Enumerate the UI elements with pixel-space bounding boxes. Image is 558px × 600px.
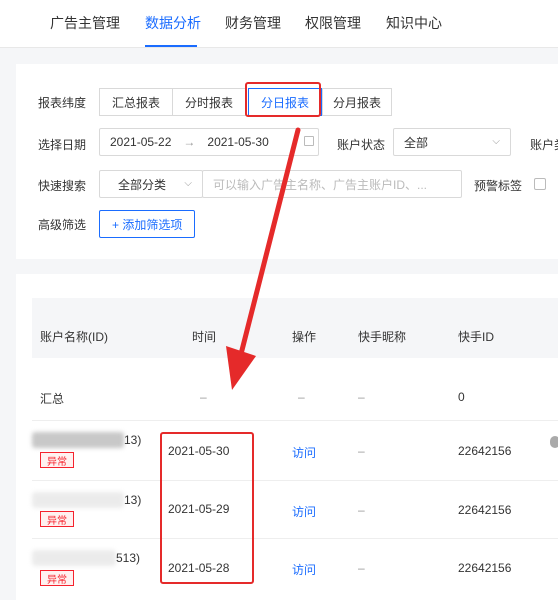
redacted-account-name	[32, 492, 124, 508]
chevron-down-icon: ⌵	[492, 136, 500, 147]
status-badge: 异常	[40, 511, 74, 527]
calendar-icon	[304, 136, 314, 146]
redacted-account-name	[32, 550, 116, 566]
report-dim-label: 报表纬度	[38, 96, 87, 110]
col-account-name: 账户名称(ID)	[40, 330, 108, 344]
row-time: 2021-05-30	[168, 444, 230, 458]
status-badge: 异常	[40, 452, 74, 468]
account-type-label: 账户类	[530, 138, 558, 152]
date-range-picker[interactable]: 2021-05-22 → 2021-05-30	[99, 128, 319, 156]
redacted-account-name	[32, 432, 124, 448]
tab-monthly-report[interactable]: 分月报表	[322, 88, 392, 116]
tab-hourly-report[interactable]: 分时报表	[172, 88, 246, 116]
nav-advertiser[interactable]: 广告主管理	[50, 13, 120, 33]
visit-link[interactable]: 访问	[292, 561, 316, 578]
summary-nick: –	[358, 390, 365, 404]
add-filter-button[interactable]: + 添加筛选项	[99, 210, 196, 238]
date-start: 2021-05-22	[110, 135, 172, 149]
quick-search-label: 快速搜索	[38, 179, 87, 193]
summary-label: 汇总	[40, 392, 65, 406]
visit-link[interactable]: 访问	[292, 503, 316, 520]
row-nickname: –	[358, 503, 365, 517]
row-time: 2021-05-28	[168, 561, 230, 575]
status-value: 全部	[404, 135, 429, 150]
status-select[interactable]: 全部 ⌵	[393, 128, 511, 156]
table-header: 账户名称(ID) 时间 操作 快手昵称 快手ID	[32, 298, 558, 358]
row-nickname: –	[358, 444, 365, 458]
nav-permission[interactable]: 权限管理	[305, 13, 361, 33]
chevron-down-icon: ⌵	[184, 178, 192, 189]
row-nickname: –	[358, 561, 365, 575]
active-nav-indicator	[145, 45, 197, 47]
nav-knowledge[interactable]: 知识中心	[386, 13, 442, 33]
category-select[interactable]: 全部分类 ⌵	[99, 170, 203, 198]
top-nav: 广告主管理 数据分析 财务管理 权限管理 知识中心	[0, 0, 558, 48]
summary-kid: 0	[458, 390, 465, 404]
search-placeholder: 可以输入广告主名称、广告主账户ID、...	[213, 177, 428, 192]
advanced-filter-label: 高级筛选	[38, 218, 87, 232]
row-divider	[32, 480, 558, 481]
warn-tag-label: 预警标签	[474, 179, 523, 193]
col-time: 时间	[192, 330, 217, 344]
row-time: 2021-05-29	[168, 502, 230, 516]
visit-link[interactable]: 访问	[292, 444, 316, 461]
row-kuaishou-id: 22642156	[458, 561, 512, 575]
category-value: 全部分类	[118, 177, 167, 192]
nav-data-analysis[interactable]: 数据分析	[145, 13, 201, 33]
warn-tag-checkbox[interactable]	[534, 178, 546, 190]
col-operation: 操作	[292, 330, 317, 344]
col-nickname: 快手昵称	[358, 330, 407, 344]
nav-finance[interactable]: 财务管理	[225, 13, 281, 33]
col-kuaishou-id: 快手ID	[458, 330, 495, 344]
date-label: 选择日期	[38, 138, 87, 152]
row-kuaishou-id: 22642156	[458, 503, 512, 517]
row-id-suffix: 13)	[124, 493, 142, 507]
search-input[interactable]: 可以输入广告主名称、广告主账户ID、...	[202, 170, 462, 198]
date-arrow: →	[183, 135, 196, 149]
row-divider	[32, 420, 558, 421]
status-label: 账户状态	[337, 138, 386, 152]
row-id-suffix: 513)	[116, 551, 141, 565]
tab-daily-report[interactable]: 分日报表	[248, 88, 322, 116]
summary-op: –	[298, 390, 305, 404]
tab-summary-report[interactable]: 汇总报表	[99, 88, 173, 116]
row-id-suffix: 13)	[124, 433, 142, 447]
report-table: 账户名称(ID) 时间 操作 快手昵称 快手ID 汇总 – – – 0 13) …	[16, 274, 558, 600]
row-kuaishou-id: 22642156	[458, 444, 512, 458]
filter-panel: 报表纬度 汇总报表 分时报表 分日报表 分月报表 选择日期 2021-05-22…	[16, 64, 558, 259]
date-end: 2021-05-30	[207, 135, 269, 149]
status-badge: 异常	[40, 570, 74, 586]
row-action-icon[interactable]	[550, 436, 558, 448]
row-divider	[32, 538, 558, 539]
summary-time: –	[200, 390, 207, 404]
